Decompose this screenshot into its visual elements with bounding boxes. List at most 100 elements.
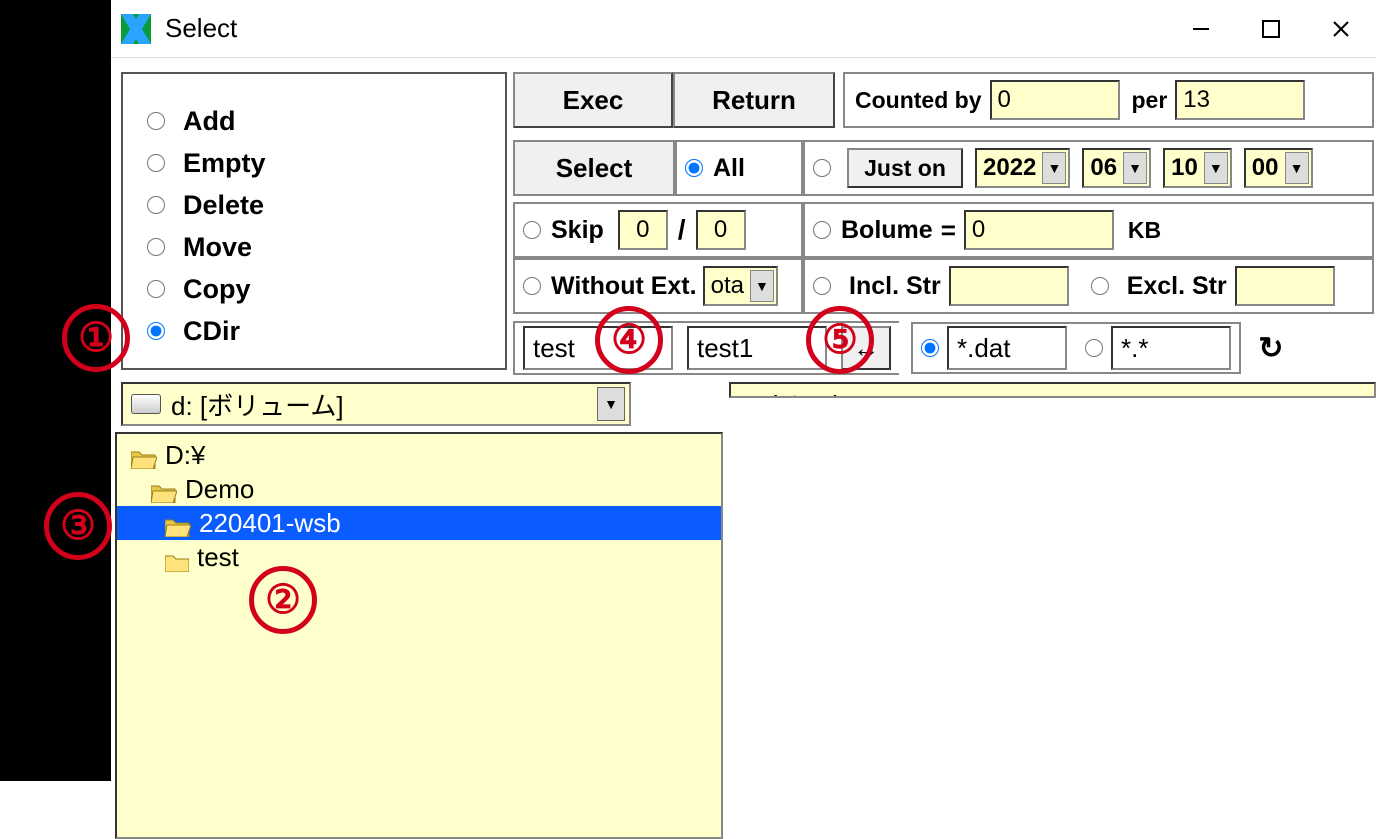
action-move[interactable]: Move [147,226,487,268]
all-option[interactable]: All [675,140,803,196]
window-title: Select [165,13,237,44]
tree-item-label: D:¥ [165,440,205,471]
skip-a-input[interactable] [618,210,668,250]
file-item[interactable]: wsb01.dat [741,390,1364,398]
counted-by-input[interactable] [990,80,1120,120]
close-button[interactable] [1306,4,1376,54]
titlebar: Select [111,0,1376,58]
folder-tree[interactable]: D:¥Demo220401-wsbtest [115,432,723,839]
year-combo[interactable]: 2022▼ [975,148,1070,188]
minimize-icon [1191,19,1211,39]
without-ext-group: Without Ext. ota▼ [513,258,803,314]
eq-label: = [941,215,956,246]
select-button[interactable]: Select [513,140,675,196]
chevron-down-icon: ▼ [750,270,774,302]
tree-item[interactable]: test [117,540,721,574]
dst-name-input[interactable] [687,326,827,370]
folder-closed-icon [165,548,189,566]
skip-b-input[interactable] [696,210,746,250]
action-label: Delete [183,190,264,221]
drive-combo[interactable]: d: [ボリューム] ▼ [121,382,631,426]
tree-item-label: 220401-wsb [199,508,341,539]
bolume-radio[interactable] [813,221,831,239]
filter-all-input[interactable] [1111,326,1231,370]
skip-group: Skip / [513,202,803,258]
bolume-label: Bolume [841,216,933,245]
incl-excl-group: Incl. Str Excl. Str [803,258,1374,314]
without-ext-radio[interactable] [523,277,541,295]
filter-all-radio[interactable] [1085,339,1103,357]
filter-dat-input[interactable] [947,326,1067,370]
chevron-down-icon: ▼ [1042,152,1066,184]
maximize-button[interactable] [1236,4,1306,54]
tree-item[interactable]: D:¥ [117,438,721,472]
chevron-down-icon: ▼ [1123,152,1147,184]
day-combo[interactable]: 10▼ [1163,148,1232,188]
return-button[interactable]: Return [673,72,835,128]
src-name-input[interactable] [523,326,673,370]
all-label: All [713,154,745,183]
drive-label: d: [ボリューム] [171,386,344,423]
file-list[interactable]: wsb01.datwsb02.datwsb03.datwsb04.datwsb0… [729,382,1376,398]
action-label: Empty [183,148,266,179]
action-empty[interactable]: Empty [147,142,487,184]
action-cdir[interactable]: CDir [147,310,487,352]
action-label: Copy [183,274,251,305]
folder-open-icon [151,479,177,499]
action-radio-group: Add Empty Delete Move Copy CDir [121,72,507,370]
counted-by-label: Counted by [855,87,982,114]
refresh-button[interactable]: ↻ [1249,326,1293,370]
tree-item[interactable]: 220401-wsb [117,506,721,540]
drive-icon [131,394,161,414]
excl-input[interactable] [1235,266,1335,306]
minimize-button[interactable] [1166,4,1236,54]
incl-input[interactable] [949,266,1069,306]
skip-radio[interactable] [523,221,541,239]
without-ext-label: Without Ext. [551,272,697,301]
folder-open-icon [131,445,157,465]
select-window: Select Add Empty Delete Move Copy [111,0,1376,72]
rename-group: ↔ [513,321,899,375]
action-add[interactable]: Add [147,100,487,142]
folder-open-icon [165,513,191,533]
juston-radio[interactable] [813,159,831,177]
maximize-icon [1262,20,1280,38]
month-combo[interactable]: 06▼ [1082,148,1151,188]
date-group: Just on 2022▼ 06▼ 10▼ 00▼ [803,140,1374,196]
incl-label: Incl. Str [849,272,941,301]
hour-combo[interactable]: 00▼ [1244,148,1313,188]
bolume-group: Bolume = KB [803,202,1374,258]
incl-radio[interactable] [813,277,831,295]
per-label: per [1132,87,1168,114]
action-label: CDir [183,316,240,347]
swap-button[interactable]: ↔ [841,326,891,370]
skip-label: Skip [551,216,604,245]
juston-button[interactable]: Just on [847,148,963,188]
excl-radio[interactable] [1091,277,1109,295]
excl-label: Excl. Str [1127,272,1227,301]
exec-button[interactable]: Exec [513,72,673,128]
chevron-down-icon: ▼ [597,387,625,421]
action-label: Add [183,106,235,137]
without-ext-combo[interactable]: ota▼ [703,266,778,306]
filter-dat-radio[interactable] [921,339,939,357]
kb-label: KB [1128,217,1161,244]
action-delete[interactable]: Delete [147,184,487,226]
filter-group [911,322,1241,374]
app-icon [121,14,151,44]
window-left-gutter [0,0,111,781]
bolume-input[interactable] [964,210,1114,250]
action-copy[interactable]: Copy [147,268,487,310]
per-input[interactable] [1175,80,1305,120]
chevron-down-icon: ▼ [1204,152,1228,184]
tree-item-label: test [197,542,239,573]
refresh-icon: ↻ [1258,331,1283,366]
counted-by-group: Counted by per [843,72,1374,128]
tree-item[interactable]: Demo [117,472,721,506]
skip-slash: / [678,214,686,246]
action-label: Move [183,232,252,263]
chevron-down-icon: ▼ [1285,152,1309,184]
content-area: Add Empty Delete Move Copy CDir Exec Ret… [111,58,1376,72]
tree-item-label: Demo [185,474,254,505]
swap-icon: ↔ [853,333,879,364]
